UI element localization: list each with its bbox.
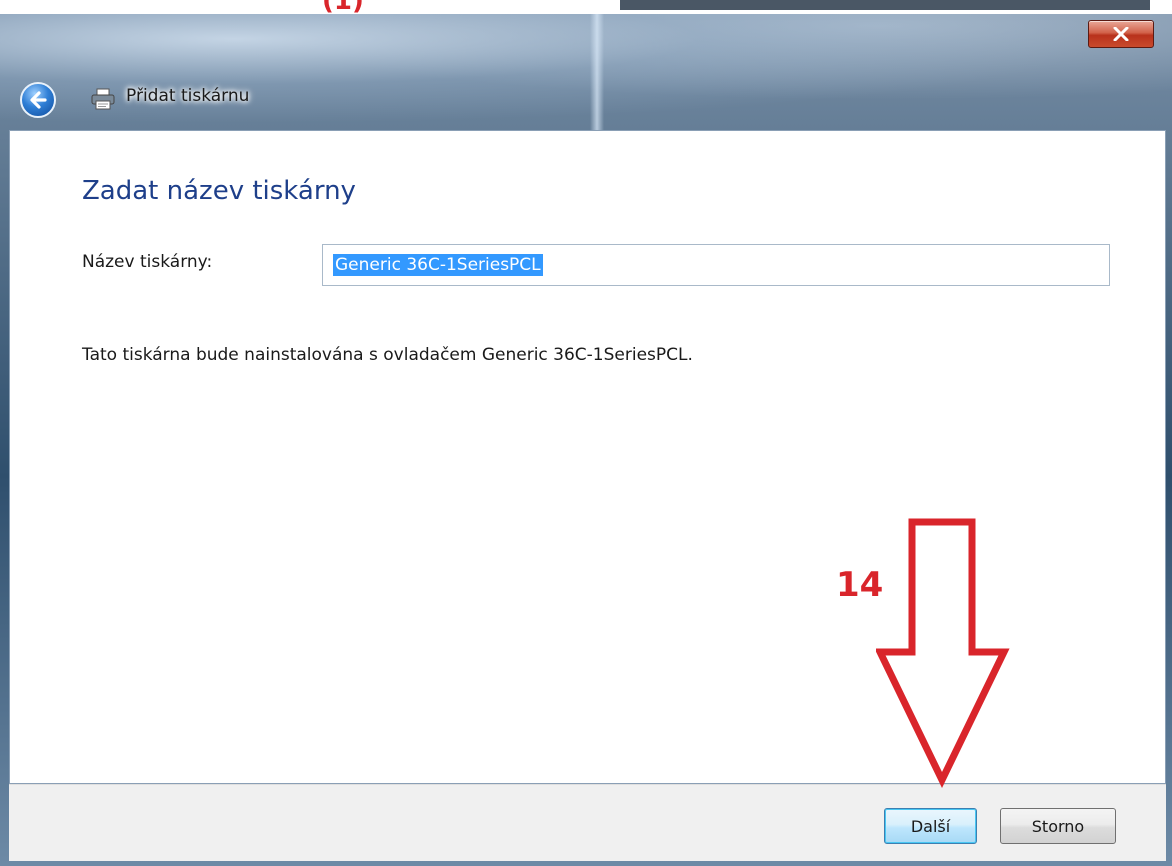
printer-name-input[interactable]: Generic 36C-1SeriesPCL xyxy=(322,244,1110,286)
window-title: Přidat tiskárnu xyxy=(126,86,250,106)
back-button[interactable] xyxy=(20,82,56,118)
top-strip: (1) xyxy=(0,0,1172,16)
window-frame-highlight xyxy=(590,0,604,130)
cancel-button[interactable]: Storno xyxy=(1000,808,1116,844)
printer-name-label: Název tiskárny: xyxy=(82,252,213,272)
annotation-top-text: (1) xyxy=(322,0,364,16)
printer-name-value: Generic 36C-1SeriesPCL xyxy=(333,254,543,276)
close-icon xyxy=(1113,27,1129,41)
background-bar xyxy=(620,0,1150,10)
add-printer-window: (1) Přidat tiskárnu Zadat název tiskárny… xyxy=(0,0,1172,866)
window-frame-glass xyxy=(0,0,1172,130)
close-button[interactable] xyxy=(1088,20,1154,48)
page-heading: Zadat název tiskárny xyxy=(82,176,356,206)
next-button[interactable]: Další xyxy=(884,808,977,844)
printer-icon xyxy=(91,88,115,110)
driver-info-text: Tato tiskárna bude nainstalována s ovlad… xyxy=(82,345,693,365)
back-arrow-icon xyxy=(30,91,47,109)
wizard-footer xyxy=(9,784,1166,861)
down-arrow-icon xyxy=(876,518,1010,788)
